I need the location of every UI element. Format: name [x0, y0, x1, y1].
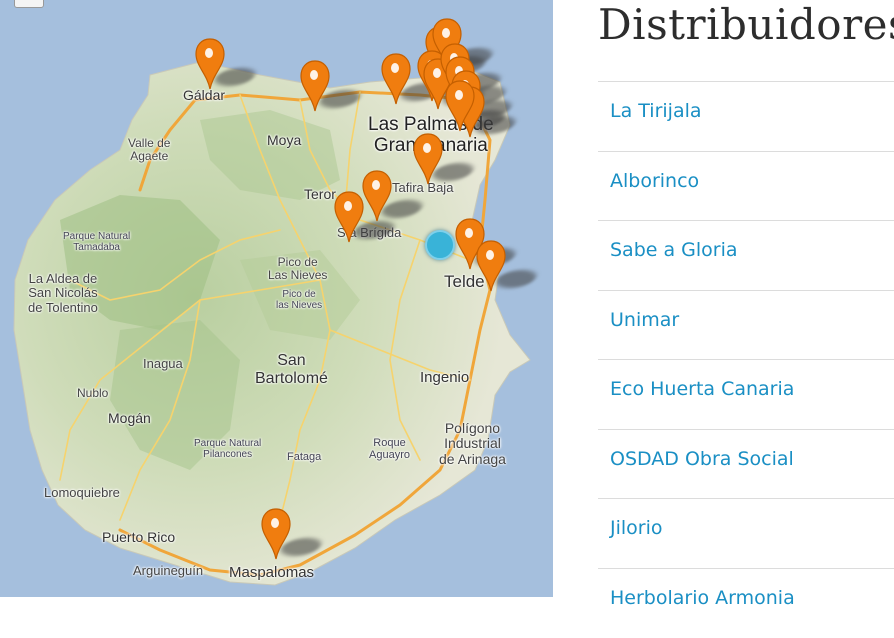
map-label-teror: Teror — [304, 186, 336, 202]
map-label-fataga: Fataga — [287, 451, 322, 463]
distributor-link[interactable]: Sabe a Gloria — [610, 239, 738, 261]
list-item: Unimar — [598, 290, 894, 360]
map-label-san-bartolome: San Bartolomé — [255, 352, 328, 387]
map-label-poligono-arinaga: Polígono Industrial de Arinaga — [439, 420, 506, 467]
map-pin-icon[interactable] — [334, 191, 364, 243]
map-label-maspalomas: Maspalomas — [229, 564, 315, 581]
map-label-mogan: Mogán — [108, 410, 151, 426]
map[interactable]: Gáldar Valle de Agaete Moya Las Palmas d… — [0, 0, 553, 597]
map-label-moya: Moya — [267, 132, 302, 148]
map-label-galdar: Gáldar — [183, 87, 226, 103]
list-item: Eco Huerta Canaria — [598, 359, 894, 429]
distributor-link[interactable]: Alborinco — [610, 170, 699, 192]
list-item: Sabe a Gloria — [598, 220, 894, 290]
distributor-link[interactable]: OSDAD Obra Social — [610, 448, 794, 470]
distributor-link[interactable]: Herbolario Armonia — [610, 587, 795, 609]
map-label-inagua: Inagua — [143, 356, 183, 371]
map-label-pico-nieves-1: Pico de Las Nieves — [268, 255, 328, 283]
map-pin-icon[interactable] — [413, 133, 443, 185]
map-pin-icon[interactable] — [195, 38, 225, 90]
map-label-roque-aguayro: Roque Aguayro — [369, 437, 410, 462]
map-label-ingenio: Ingenio — [420, 369, 470, 386]
distributor-link[interactable]: Eco Huerta Canaria — [610, 378, 794, 400]
map-label-puerto-rico: Puerto Rico — [102, 529, 176, 545]
map-label-arguineguin: Arguineguín — [133, 563, 204, 578]
map-pin-icon[interactable] — [381, 53, 411, 105]
map-label-lomoquiebre: Lomoquiebre — [44, 485, 120, 500]
list-item: OSDAD Obra Social — [598, 429, 894, 499]
list-item: Herbolario Armonia — [598, 568, 894, 638]
map-label-parque-tamadaba: Parque Natural Tamadaba — [63, 231, 131, 253]
map-label-nublo: Nublo — [77, 386, 109, 400]
list-item: Alborinco — [598, 151, 894, 221]
current-location-icon — [425, 230, 455, 260]
map-pin-icon[interactable] — [476, 240, 506, 292]
map-pin-icon[interactable] — [445, 80, 475, 132]
map-label-la-aldea: La Aldea de San Nicolás de Tolentino — [28, 271, 98, 315]
map-label-parque-pilancones: Parque Natural Pilancones — [194, 438, 262, 460]
list-item: Jilorio — [598, 498, 894, 568]
map-label-pico-nieves-2: Pico de las Nieves — [276, 289, 323, 311]
map-control-button[interactable] — [14, 0, 44, 8]
map-pin-icon[interactable] — [362, 170, 392, 222]
distributor-link[interactable]: Jilorio — [610, 517, 663, 539]
map-pin-icon[interactable] — [300, 60, 330, 112]
distributor-link[interactable]: Unimar — [610, 309, 679, 331]
map-label-valle-de-agaete: Valle de Agaete — [128, 136, 171, 164]
distributors-panel: Distribuidores La Tirijala Alborinco Sab… — [553, 0, 894, 609]
page-title: Distribuidores — [598, 0, 894, 49]
list-item: La Tirijala — [598, 81, 894, 151]
map-pin-icon[interactable] — [261, 508, 291, 560]
distributor-link[interactable]: La Tirijala — [610, 100, 702, 122]
